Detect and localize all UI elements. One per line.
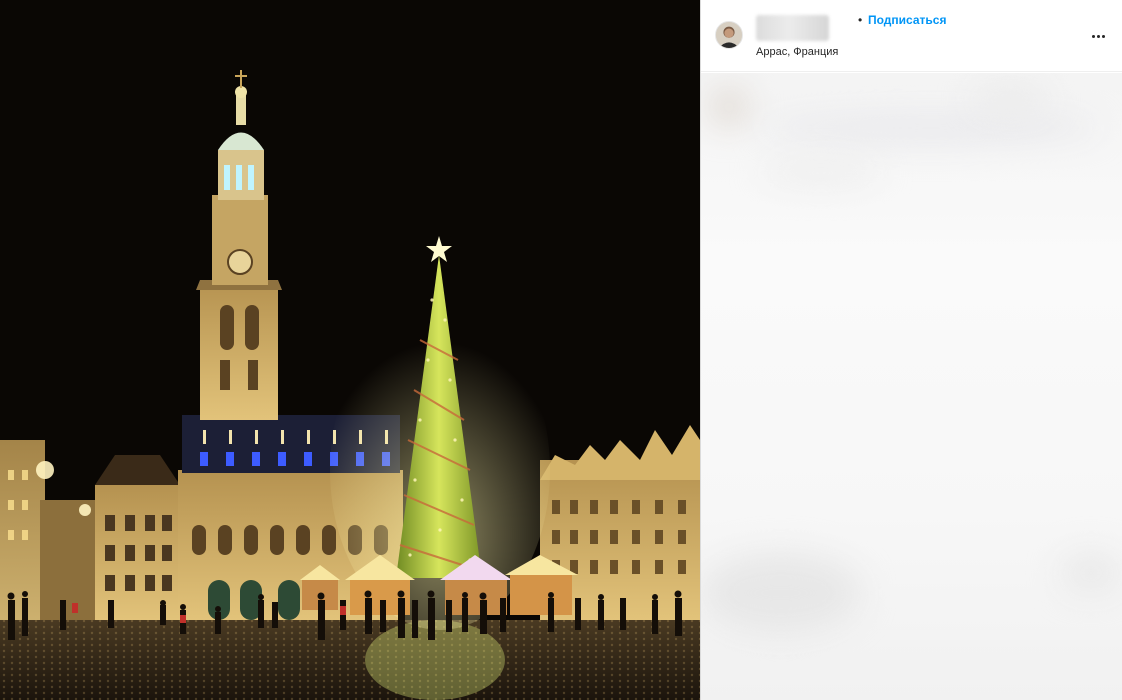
blurred-avatar: [709, 87, 749, 127]
more-dot: [1101, 34, 1105, 38]
user-portrait-icon: [716, 22, 742, 48]
username-blurred[interactable]: [756, 15, 829, 41]
more-options-button[interactable]: [1085, 26, 1111, 46]
post-image: [0, 0, 700, 700]
avatar[interactable]: [715, 21, 743, 49]
follow-button[interactable]: Подписаться: [868, 13, 946, 27]
more-horizontal-icon: [1091, 34, 1095, 38]
blurred-footer: [701, 553, 861, 633]
blurred-text: [761, 163, 881, 183]
post-side-panel: • Подписаться Аррас, Франция: [700, 0, 1122, 700]
blurred-footer: [1061, 553, 1121, 593]
post-header: • Подписаться Аррас, Франция: [701, 0, 1122, 72]
location-link[interactable]: Аррас, Франция: [756, 46, 838, 58]
blurred-text: [971, 83, 1051, 113]
post-photo[interactable]: [0, 0, 700, 700]
blurred-text: [761, 113, 1101, 143]
comments-area-blurred: [701, 73, 1122, 700]
more-dot: [1096, 34, 1100, 38]
header-separator: •: [858, 13, 863, 27]
